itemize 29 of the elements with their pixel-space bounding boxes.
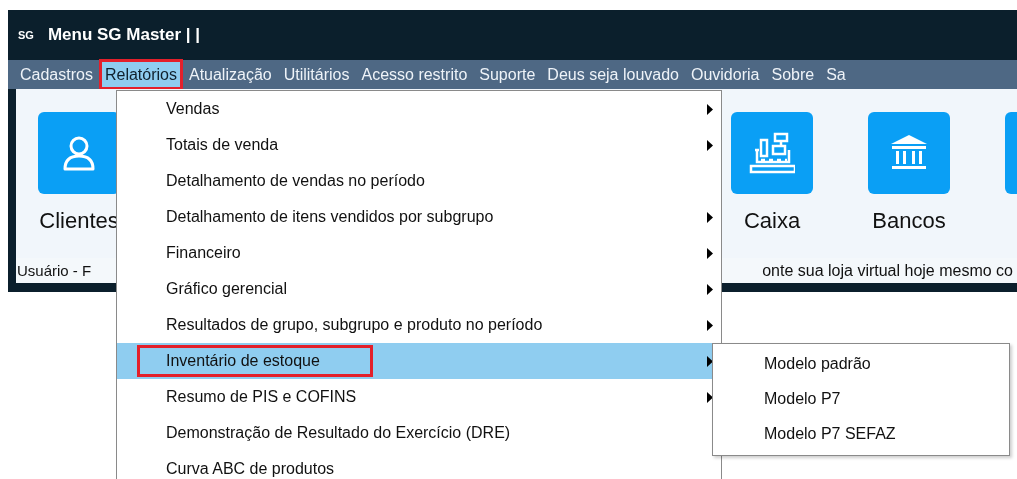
cash-register-icon — [749, 132, 795, 174]
menu-entry[interactable]: Gráfico gerencial — [117, 271, 721, 307]
menu-item[interactable]: Relatórios — [100, 61, 181, 88]
menu-entry[interactable]: Detalhamento de itens vendidos por subgrupo — [117, 199, 721, 235]
menu-item[interactable]: Sobre — [767, 61, 819, 88]
menu-entry[interactable]: Detalhamento de vendas no período — [117, 163, 721, 199]
tile-label: Bancos — [872, 208, 946, 234]
menu-entry[interactable]: Totais de venda — [117, 127, 721, 163]
menu-entry[interactable]: Resultados de grupo, subgrupo e produto no período — [117, 307, 721, 343]
tile-label: Caixa — [743, 208, 801, 234]
menu-item[interactable]: Deus seja louvado — [543, 61, 683, 88]
menu-entry[interactable]: Vendas — [117, 91, 721, 127]
menu-item[interactable]: Utilitários — [279, 61, 354, 88]
tile-label: Clientes — [39, 208, 119, 234]
menu-item[interactable]: Acesso restrito — [357, 61, 472, 88]
menu-item[interactable]: Suporte — [475, 61, 540, 88]
menu-item[interactable]: Sa — [822, 61, 850, 88]
shortcut-tile[interactable] — [868, 112, 950, 194]
menu-entry[interactable]: Curva ABC de produtos — [117, 451, 721, 479]
menu-entry[interactable]: Modelo P7 SEFAZ — [713, 416, 1009, 451]
app-logo: SG — [18, 29, 34, 41]
menu-entry[interactable]: Financeiro — [117, 235, 721, 271]
menu-item[interactable]: Ouvidoria — [686, 61, 764, 88]
menu-item[interactable]: Cadastros — [16, 61, 97, 88]
window-title: Menu SG Master | | — [47, 25, 201, 45]
status-text: Usuário - F — [16, 262, 92, 279]
status-message: onte sua loja virtual hoje mesmo co — [762, 261, 1014, 280]
shortcut-tile[interactable] — [731, 112, 813, 194]
menu-item[interactable]: Atualização — [184, 61, 276, 88]
